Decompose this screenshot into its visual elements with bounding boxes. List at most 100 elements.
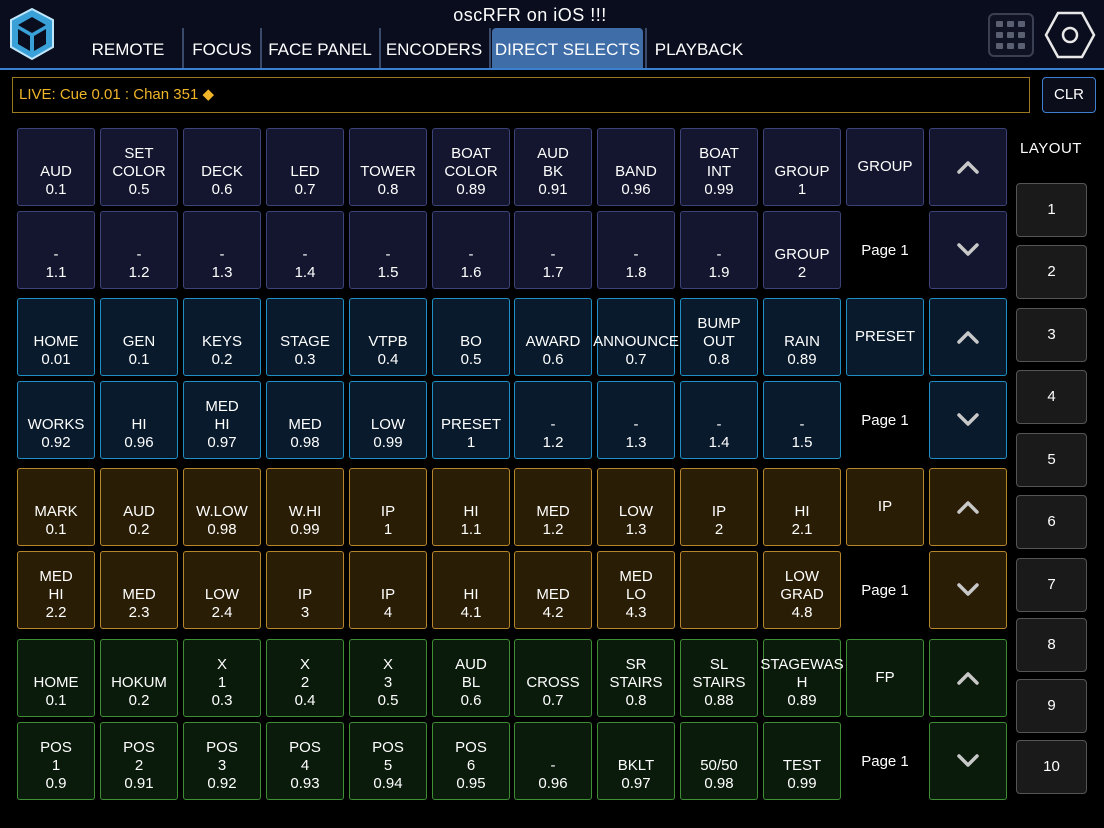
direct-select-button[interactable]: STAGEWAS H 0.89 [760,639,844,717]
layout-button-7[interactable]: 7 [1016,558,1087,612]
layout-button-4[interactable]: 4 [1016,370,1087,424]
direct-select-button[interactable]: -0.96 [514,722,592,800]
direct-select-button[interactable]: STAGE 0.3 [266,298,344,376]
direct-select-button[interactable]: -1.8 [597,211,675,289]
direct-select-button[interactable]: LED 0.7 [266,128,344,206]
direct-select-button[interactable]: POS 6 0.95 [432,722,510,800]
direct-select-button[interactable]: X 1 0.3 [183,639,261,717]
direct-select-button[interactable]: -1.3 [597,381,675,459]
direct-select-button[interactable]: HOME 0.1 [17,639,95,717]
direct-select-button[interactable]: LOW GRAD 4.8 [763,551,841,629]
direct-select-button[interactable]: AUD BL 0.6 [432,639,510,717]
direct-select-button[interactable]: -1.6 [432,211,510,289]
page-down-button[interactable] [929,211,1007,289]
direct-select-button[interactable]: W.LOW 0.98 [183,468,261,546]
direct-select-button[interactable] [680,551,758,629]
direct-select-button[interactable]: KEYS 0.2 [183,298,261,376]
settings-hexagon-icon[interactable] [1044,10,1096,60]
direct-select-button[interactable]: BKLT 0.97 [597,722,675,800]
tab-direct-selects[interactable]: DIRECT SELECTS [492,28,643,68]
layout-button-10[interactable]: 10 [1016,740,1087,794]
direct-select-button[interactable]: MED 2.3 [100,551,178,629]
direct-select-button[interactable]: MARK 0.1 [17,468,95,546]
direct-select-button[interactable]: HI 1.1 [432,468,510,546]
direct-select-button[interactable]: POS 3 0.92 [183,722,261,800]
direct-select-button[interactable]: GROUP 1 [763,128,841,206]
tab-focus[interactable]: FOCUS [186,28,258,68]
group-type-button[interactable]: FP [846,639,924,717]
direct-select-button[interactable]: -1.7 [514,211,592,289]
direct-select-button[interactable]: IP 2 [680,468,758,546]
direct-select-button[interactable]: -1.3 [183,211,261,289]
direct-select-button[interactable]: HI 0.96 [100,381,178,459]
direct-select-button[interactable]: SL STAIRS 0.88 [680,639,758,717]
group-type-button[interactable]: PRESET [846,298,924,376]
direct-select-button[interactable]: AWARD 0.6 [514,298,592,376]
direct-select-button[interactable]: -1.9 [680,211,758,289]
direct-select-button[interactable]: 50/50 0.98 [680,722,758,800]
page-down-button[interactable] [929,722,1007,800]
direct-select-button[interactable]: -1.4 [680,381,758,459]
direct-select-button[interactable]: PRESET 1 [432,381,510,459]
clear-button[interactable]: CLR [1042,77,1096,113]
direct-select-button[interactable]: BO 0.5 [432,298,510,376]
tab-face-panel[interactable]: FACE PANEL [262,28,378,68]
direct-select-button[interactable]: -1.2 [100,211,178,289]
direct-select-button[interactable]: BOAT COLOR 0.89 [432,128,510,206]
direct-select-button[interactable]: POS 2 0.91 [100,722,178,800]
direct-select-button[interactable]: AUD 0.1 [17,128,95,206]
group-type-button[interactable]: GROUP [846,128,924,206]
direct-select-button[interactable]: IP 1 [349,468,427,546]
direct-select-button[interactable]: TEST 0.99 [763,722,841,800]
layout-button-3[interactable]: 3 [1016,308,1087,362]
direct-select-button[interactable]: TOWER 0.8 [349,128,427,206]
direct-select-button[interactable]: W.HI 0.99 [266,468,344,546]
direct-select-button[interactable]: -1.4 [266,211,344,289]
direct-select-button[interactable]: MED HI 0.97 [183,381,261,459]
layout-button-5[interactable]: 5 [1016,433,1087,487]
page-down-button[interactable] [929,551,1007,629]
page-up-button[interactable] [929,298,1007,376]
direct-select-button[interactable]: HI 4.1 [432,551,510,629]
keypad-button[interactable] [988,13,1034,57]
direct-select-button[interactable]: LOW 1.3 [597,468,675,546]
direct-select-button[interactable]: SR STAIRS 0.8 [597,639,675,717]
layout-button-1[interactable]: 1 [1016,183,1087,237]
direct-select-button[interactable]: MED HI 2.2 [17,551,95,629]
direct-select-button[interactable]: MED LO 4.3 [597,551,675,629]
layout-button-8[interactable]: 8 [1016,618,1087,672]
direct-select-button[interactable]: POS 1 0.9 [17,722,95,800]
direct-select-button[interactable]: X 2 0.4 [266,639,344,717]
page-up-button[interactable] [929,639,1007,717]
layout-button-2[interactable]: 2 [1016,245,1087,299]
direct-select-button[interactable]: MED 4.2 [514,551,592,629]
direct-select-button[interactable]: ANNOUNCE 0.7 [593,298,679,376]
tab-playback[interactable]: PLAYBACK [648,28,750,68]
direct-select-button[interactable]: LOW 0.99 [349,381,427,459]
tab-encoders[interactable]: ENCODERS [381,28,487,68]
direct-select-button[interactable]: AUD BK 0.91 [514,128,592,206]
direct-select-button[interactable]: BAND 0.96 [597,128,675,206]
direct-select-button[interactable]: GEN 0.1 [100,298,178,376]
direct-select-button[interactable]: GROUP 2 [763,211,841,289]
direct-select-button[interactable]: HOME 0.01 [17,298,95,376]
page-up-button[interactable] [929,128,1007,206]
direct-select-button[interactable]: RAIN 0.89 [763,298,841,376]
tab-remote[interactable]: REMOTE [84,28,172,68]
direct-select-button[interactable]: HI 2.1 [763,468,841,546]
direct-select-button[interactable]: SET COLOR 0.5 [100,128,178,206]
direct-select-button[interactable]: LOW 2.4 [183,551,261,629]
direct-select-button[interactable]: -1.5 [763,381,841,459]
direct-select-button[interactable]: -1.5 [349,211,427,289]
direct-select-button[interactable]: VTPB 0.4 [349,298,427,376]
group-type-button[interactable]: IP [846,468,924,546]
direct-select-button[interactable]: CROSS 0.7 [514,639,592,717]
layout-button-6[interactable]: 6 [1016,495,1087,549]
direct-select-button[interactable]: X 3 0.5 [349,639,427,717]
direct-select-button[interactable]: AUD 0.2 [100,468,178,546]
direct-select-button[interactable]: MED 1.2 [514,468,592,546]
direct-select-button[interactable]: POS 4 0.93 [266,722,344,800]
layout-button-9[interactable]: 9 [1016,679,1087,733]
direct-select-button[interactable]: WORKS 0.92 [17,381,95,459]
direct-select-button[interactable]: BOAT INT 0.99 [680,128,758,206]
